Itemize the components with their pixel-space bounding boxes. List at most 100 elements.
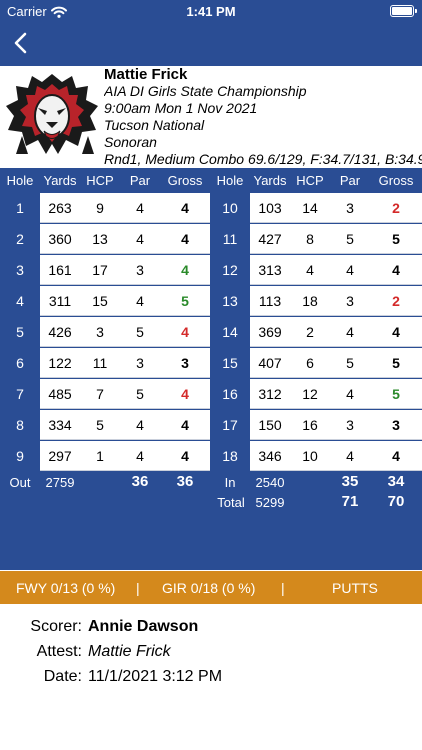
- par-cell: 5: [330, 224, 370, 254]
- gross-score: 4: [370, 255, 422, 285]
- gross-score: 4: [160, 317, 210, 347]
- gross-score: 3: [160, 348, 210, 378]
- par-cell: 5: [120, 379, 160, 409]
- scorer-name: Annie Dawson: [88, 618, 199, 635]
- attest-date: 11/1/2021 3:12 PM: [88, 668, 223, 685]
- header-yards-front: Yards: [43, 173, 77, 188]
- par-cell: 4: [330, 379, 370, 409]
- hole-number: 14: [222, 324, 238, 340]
- date-label: Date:: [43, 668, 82, 685]
- scorer-label: Scorer:: [30, 618, 82, 635]
- date-row: Date: 11/1/2021 3:12 PM: [0, 668, 422, 690]
- total-par: 71: [341, 493, 359, 510]
- hole-number: 11: [222, 231, 238, 247]
- scorecard-footer: Scorer: Annie Dawson Attest: Mattie Fric…: [0, 604, 422, 750]
- tee-time: 9:00am Mon 1 Nov 2021: [104, 100, 258, 116]
- par-cell: 4: [120, 193, 160, 223]
- hcp-cell: 9: [80, 193, 120, 223]
- gross-score: 5: [160, 286, 210, 316]
- lion-logo: [6, 74, 98, 154]
- total-label: Total: [217, 495, 245, 510]
- chevron-left-icon: [14, 32, 27, 54]
- scorecard-screen: Carrier 1:41 PM Mattie Frick AIA DI Girl…: [0, 0, 422, 750]
- par-cell: 5: [330, 348, 370, 378]
- header-gross-front: Gross: [167, 173, 203, 188]
- player-name: Mattie Frick: [104, 66, 188, 83]
- hcp-cell: 1: [80, 441, 120, 471]
- header-hole-front: Hole: [6, 173, 34, 188]
- stats-bar: FWY 0/13 (0 %) | GIR 0/18 (0 %) | PUTTS: [0, 571, 422, 604]
- out-gross: 36: [176, 473, 194, 490]
- hcp-cell: 16: [290, 410, 330, 440]
- in-label: In: [224, 475, 236, 490]
- in-yards: 2540: [255, 475, 285, 490]
- par-cell: 3: [330, 193, 370, 223]
- hcp-cell: 2: [290, 317, 330, 347]
- yards-cell: 313: [250, 255, 290, 285]
- yards-cell: 103: [250, 193, 290, 223]
- stats-separator: |: [136, 580, 140, 596]
- round-info: Rnd1, Medium Combo 69.6/129, F:34.7/131,…: [104, 151, 422, 167]
- gross-score: 4: [160, 410, 210, 440]
- hcp-cell: 18: [290, 286, 330, 316]
- header-par-front: Par: [129, 173, 151, 188]
- hole-number: 4: [16, 293, 24, 309]
- status-bar: Carrier 1:41 PM: [0, 0, 422, 22]
- par-cell: 3: [120, 255, 160, 285]
- hole-number: 13: [222, 293, 238, 309]
- event-name: AIA DI Girls State Championship: [104, 83, 307, 99]
- yards-cell: 360: [40, 224, 80, 254]
- yards-cell: 150: [250, 410, 290, 440]
- hcp-cell: 3: [80, 317, 120, 347]
- par-cell: 3: [120, 348, 160, 378]
- hcp-cell: 13: [80, 224, 120, 254]
- yards-cell: 407: [250, 348, 290, 378]
- player-info: Mattie Frick AIA DI Girls State Champion…: [104, 66, 422, 168]
- gross-score: 5: [370, 379, 422, 409]
- yards-cell: 113: [250, 286, 290, 316]
- hole-number: 12: [222, 262, 238, 278]
- hole-number: 18: [222, 448, 238, 464]
- header-hcp-front: HCP: [86, 173, 114, 188]
- attest-name: Mattie Frick: [88, 643, 171, 660]
- par-cell: 4: [330, 317, 370, 347]
- gir-stat: GIR 0/18 (0 %): [162, 580, 256, 596]
- gross-score: 2: [370, 286, 422, 316]
- par-cell: 4: [330, 441, 370, 471]
- gross-score: 4: [160, 224, 210, 254]
- header-par-back: Par: [339, 173, 361, 188]
- hole-number: 5: [16, 324, 24, 340]
- putts-button[interactable]: PUTTS: [332, 580, 378, 596]
- fairway-stat: FWY 0/13 (0 %): [16, 580, 116, 596]
- hole-number: 3: [16, 262, 24, 278]
- yards-cell: 334: [40, 410, 80, 440]
- total-yards: 5299: [255, 495, 285, 510]
- gross-score: 4: [160, 441, 210, 471]
- par-cell: 3: [330, 410, 370, 440]
- par-cell: 4: [120, 224, 160, 254]
- yards-cell: 161: [40, 255, 80, 285]
- yards-cell: 312: [250, 379, 290, 409]
- in-par: 35: [341, 473, 359, 490]
- gross-score: 2: [370, 193, 422, 223]
- attest-label: Attest:: [36, 643, 82, 660]
- out-label: Out: [9, 475, 31, 490]
- back-button[interactable]: [10, 30, 34, 56]
- hole-number: 15: [222, 355, 238, 371]
- gross-score: 5: [370, 224, 422, 254]
- hcp-cell: 5: [80, 410, 120, 440]
- header-hole-back: Hole: [216, 173, 244, 188]
- hcp-cell: 17: [80, 255, 120, 285]
- header-hcp-back: HCP: [296, 173, 324, 188]
- par-cell: 4: [120, 410, 160, 440]
- out-yards: 2759: [45, 475, 75, 490]
- in-gross: 34: [387, 473, 405, 490]
- total-gross: 70: [387, 493, 405, 510]
- header-gross-back: Gross: [378, 173, 414, 188]
- gross-score: 4: [160, 379, 210, 409]
- hcp-cell: 15: [80, 286, 120, 316]
- status-time: 1:41 PM: [186, 4, 236, 19]
- out-par: 36: [131, 473, 149, 490]
- hcp-cell: 10: [290, 441, 330, 471]
- gross-score: 5: [370, 348, 422, 378]
